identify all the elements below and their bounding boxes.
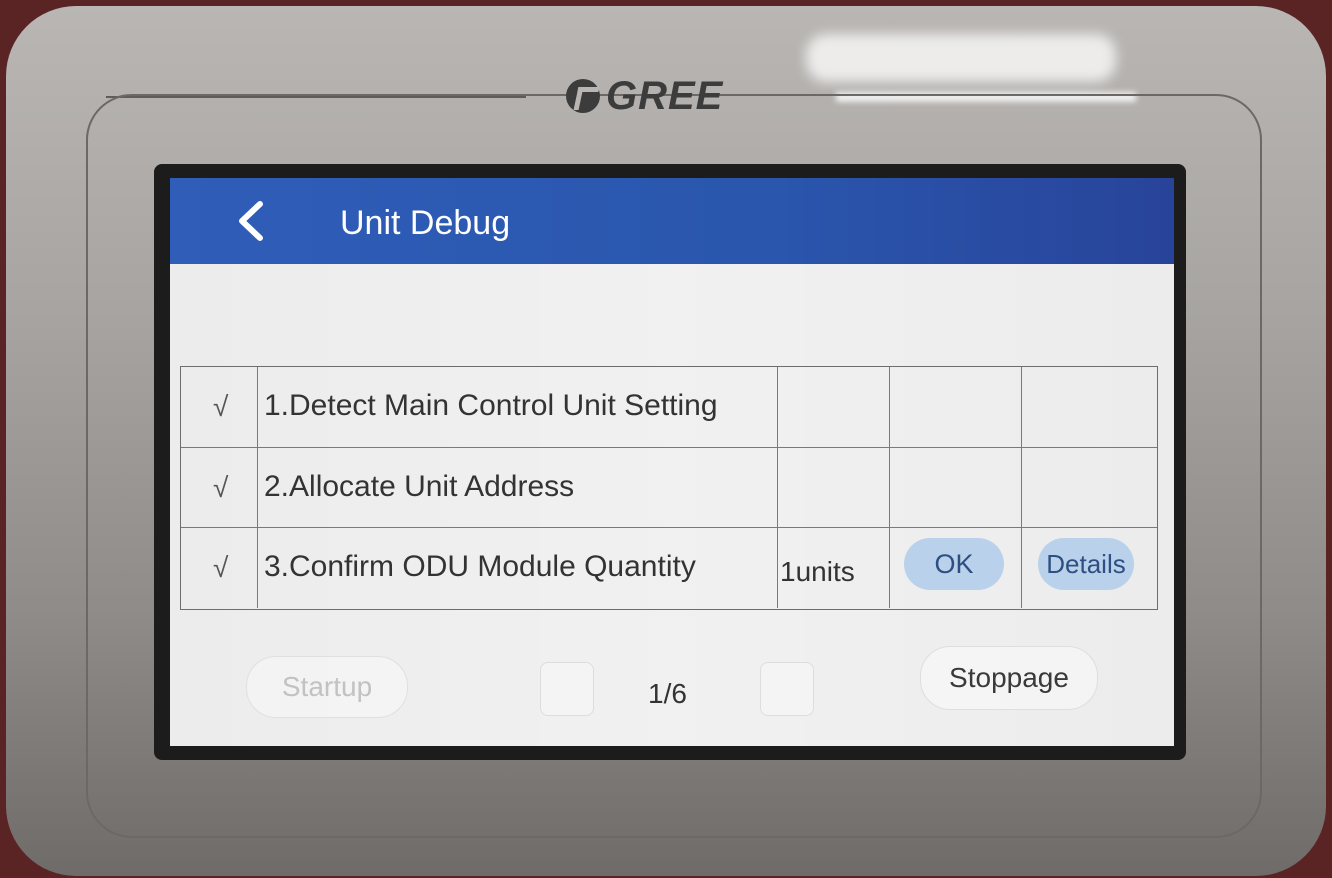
ok-cell: OK <box>889 528 1022 608</box>
details-cell <box>1021 448 1158 528</box>
details-cell: Details <box>1021 528 1158 608</box>
check-cell: √ <box>181 367 257 447</box>
details-button[interactable]: Details <box>1038 538 1134 590</box>
check-cell: √ <box>181 528 257 608</box>
page-indicator: 1/6 <box>648 678 687 709</box>
brand-logo-text: GREE <box>606 73 724 118</box>
step-label-cell: 1.Detect Main Control Unit Setting <box>257 367 778 447</box>
page-title: Unit Debug <box>340 204 511 242</box>
step-label-cell: 2.Allocate Unit Address <box>257 448 778 528</box>
ok-button[interactable]: OK <box>904 538 1004 590</box>
ok-cell <box>889 367 1022 447</box>
next-page-button[interactable] <box>760 662 814 716</box>
title-bar: Unit Debug <box>170 178 1174 264</box>
debug-steps-table: √ 1.Detect Main Control Unit Setting √ 2… <box>180 366 1158 610</box>
ok-cell <box>889 448 1022 528</box>
step-label: 3.Confirm ODU Module Quantity <box>264 550 696 583</box>
startup-button[interactable]: Startup <box>246 656 408 718</box>
chevron-left-icon[interactable] <box>232 200 274 242</box>
checkmark: √ <box>213 472 229 503</box>
brand-logo: GREE <box>566 74 723 118</box>
step-label: 2.Allocate Unit Address <box>264 470 575 503</box>
step-label: 1.Detect Main Control Unit Setting <box>264 389 718 422</box>
display-screen: Unit Debug √ 1.Detect Main Control Unit … <box>170 178 1174 746</box>
step-label-cell: 3.Confirm ODU Module Quantity <box>257 528 778 608</box>
value-cell <box>777 448 890 528</box>
stoppage-button[interactable]: Stoppage <box>920 646 1098 710</box>
value-cell <box>777 367 890 447</box>
previous-page-button[interactable] <box>540 662 594 716</box>
gree-logo-icon <box>566 79 600 113</box>
table-row: √ 2.Allocate Unit Address <box>181 447 1157 528</box>
details-cell <box>1021 367 1158 447</box>
module-quantity-value: 1units <box>780 556 855 587</box>
table-row: √ 1.Detect Main Control Unit Setting <box>181 367 1157 447</box>
checkmark: √ <box>213 552 229 583</box>
check-cell: √ <box>181 448 257 528</box>
value-cell: 1units <box>777 528 890 608</box>
checkmark: √ <box>213 391 229 422</box>
table-row: √ 3.Confirm ODU Module Quantity 1units O… <box>181 527 1157 608</box>
light-glare <box>806 34 1116 82</box>
